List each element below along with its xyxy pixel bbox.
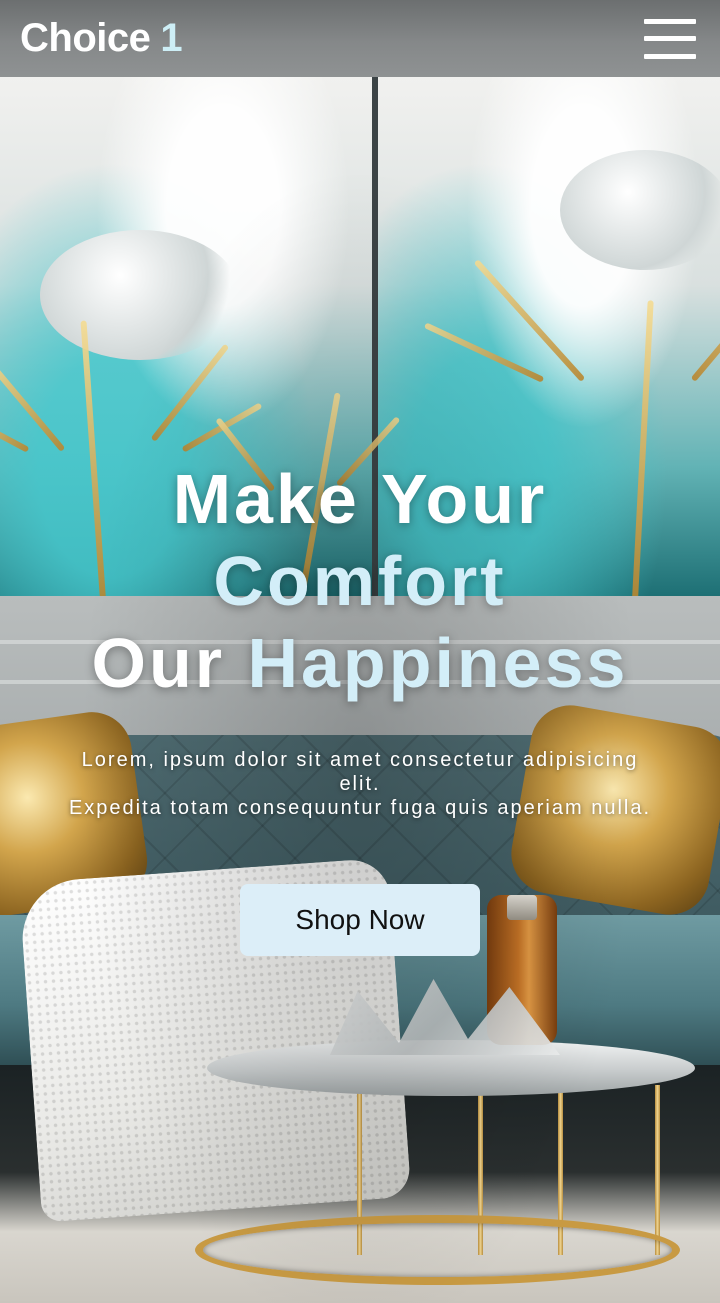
top-navbar: Choice 1 (0, 0, 720, 77)
hero-section: Make Your Comfort Our Happiness Lorem, i… (0, 458, 720, 820)
hero-description-line1: Lorem, ipsum dolor sit amet consectetur … (81, 749, 639, 795)
hero-title-line1: Make Your (172, 460, 548, 538)
brand-logo[interactable]: Choice 1 (20, 16, 183, 61)
hero-title-line3-a: Our (91, 624, 225, 702)
hero-description: Lorem, ipsum dolor sit amet consectetur … (60, 748, 660, 820)
hamburger-menu-icon[interactable] (644, 18, 696, 59)
hero-title-line3-b: Happiness (247, 624, 629, 702)
menu-bar (644, 18, 696, 24)
hero-description-line2: Expedita totam consequuntur fuga quis ap… (68, 797, 652, 819)
hero-title-line2: Comfort (213, 542, 507, 620)
shop-now-button[interactable]: Shop Now (240, 884, 480, 956)
menu-bar (644, 53, 696, 59)
hero-title: Make Your Comfort Our Happiness (0, 458, 720, 704)
brand-accent: 1 (160, 16, 183, 60)
brand-text: Choice (20, 16, 151, 60)
menu-bar (644, 36, 696, 41)
